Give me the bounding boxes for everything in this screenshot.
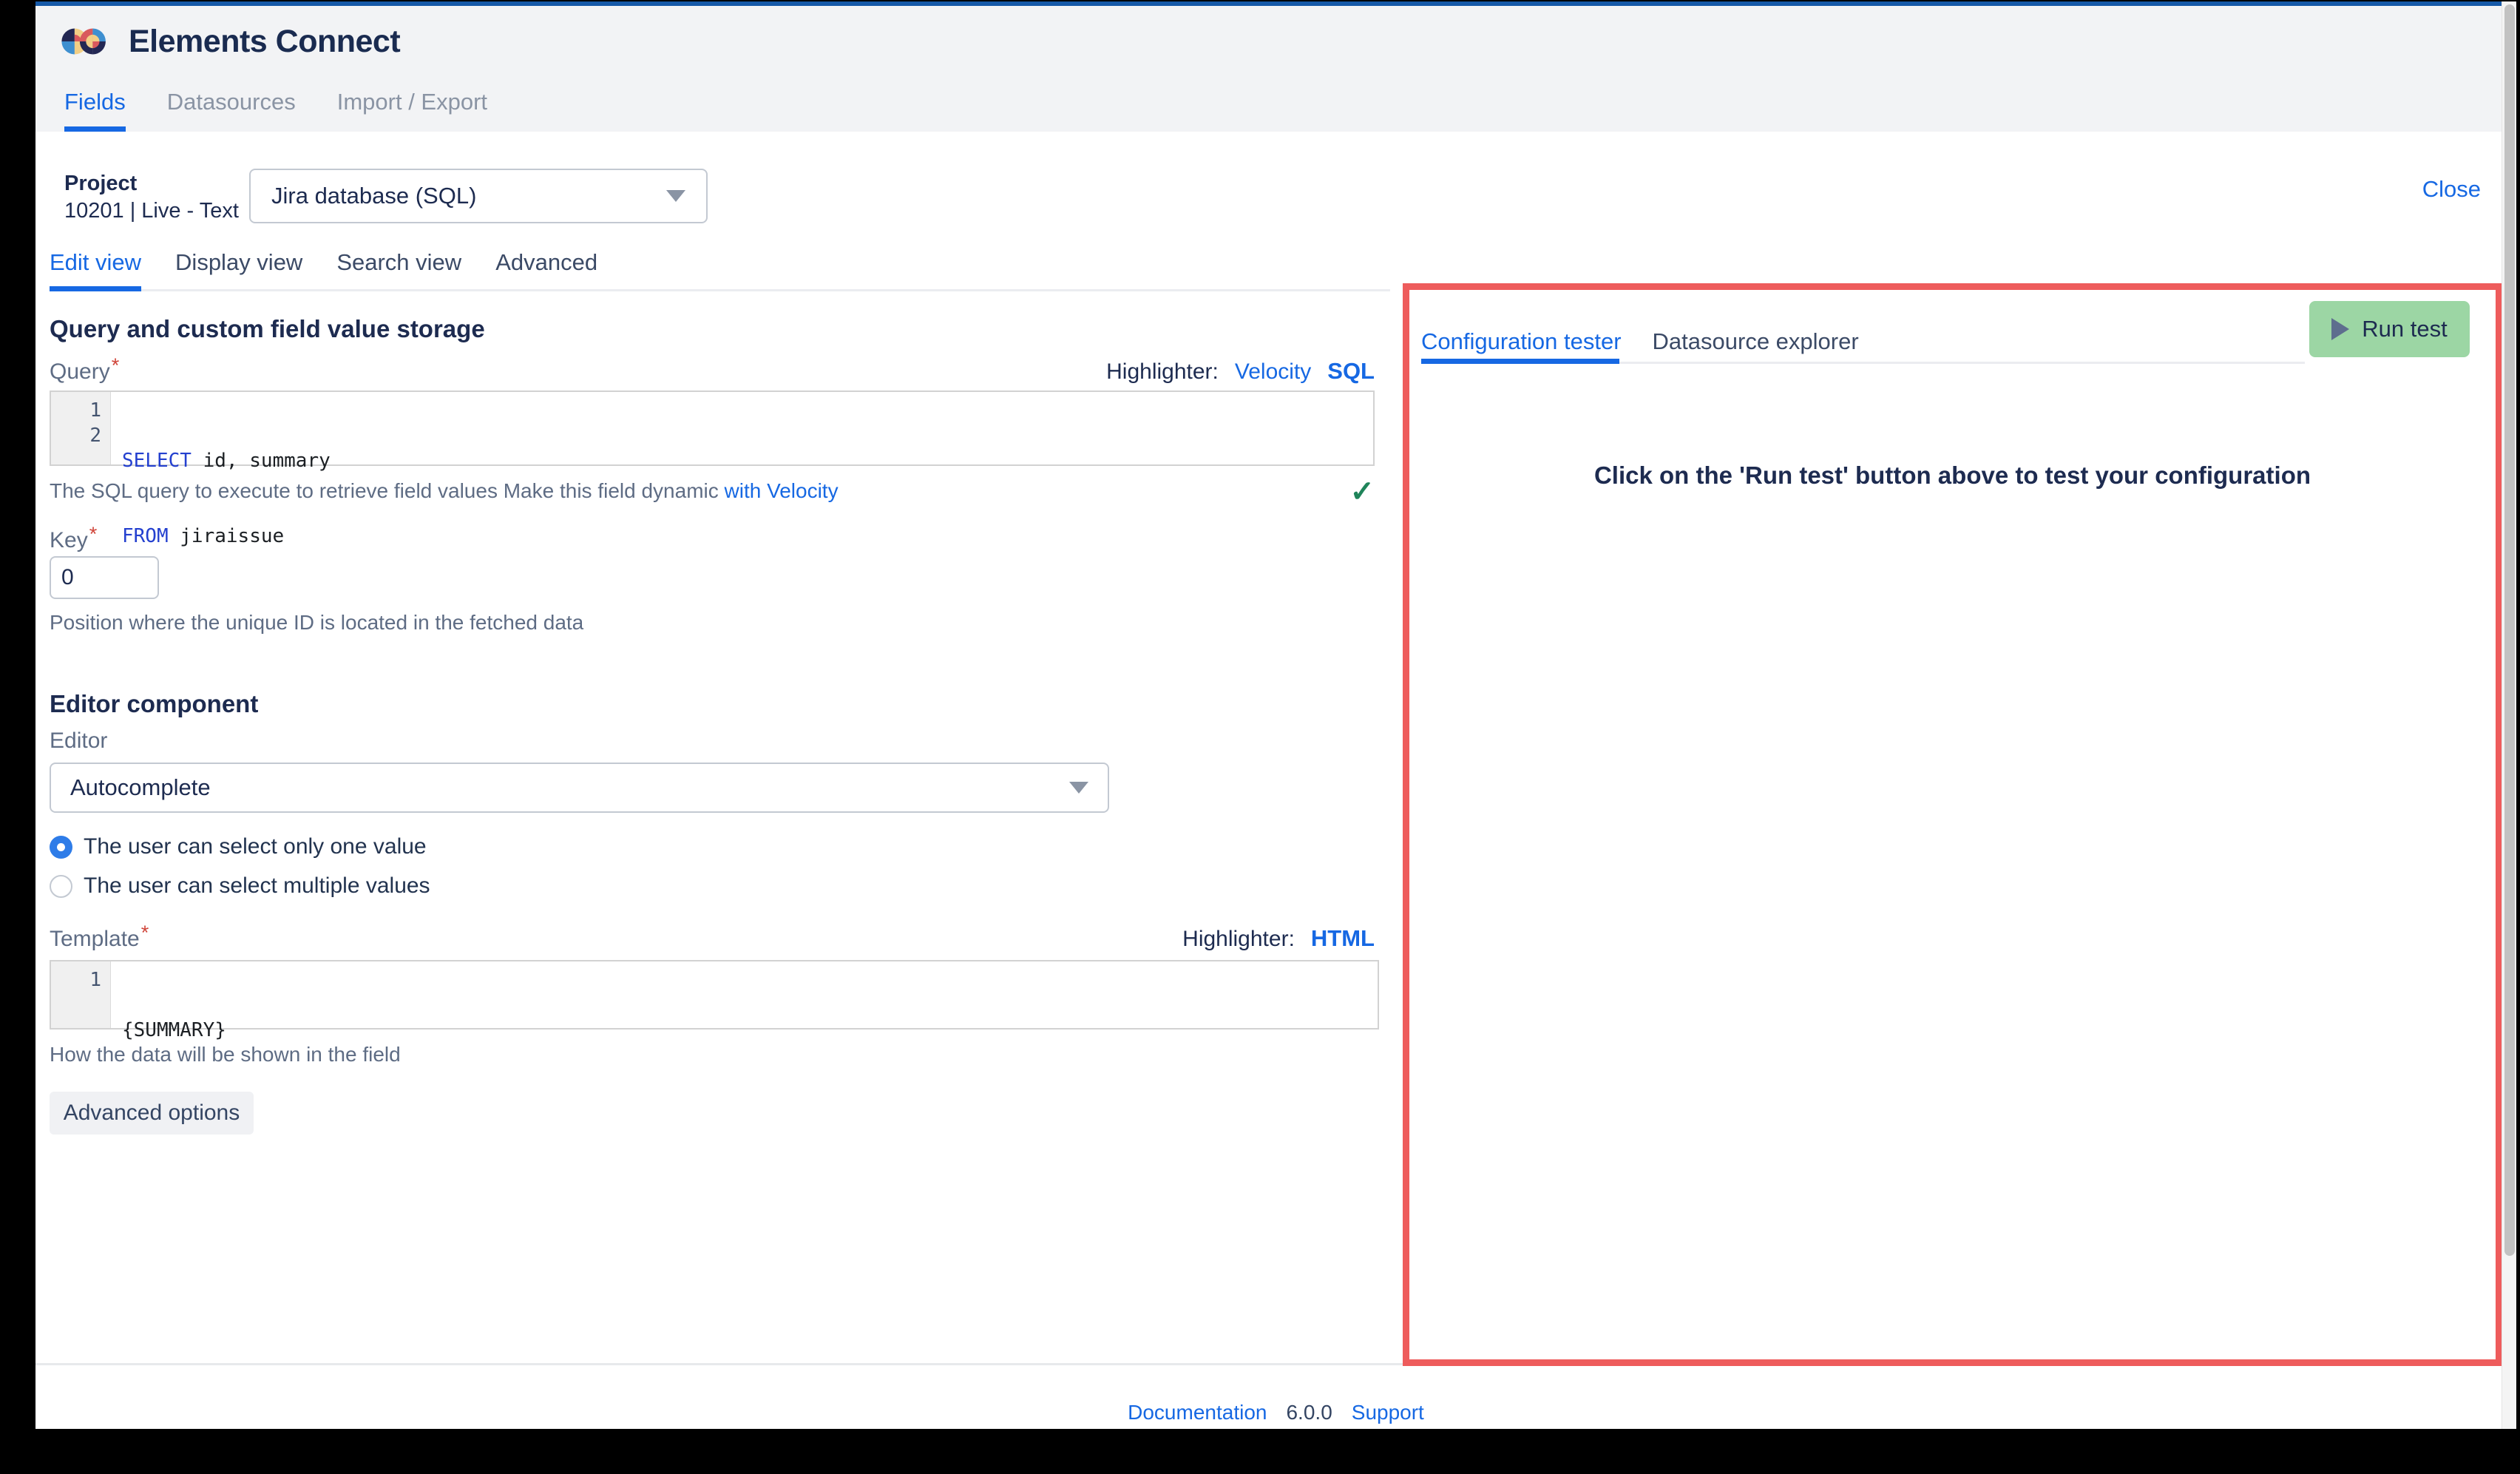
highlighter-html-link[interactable]: HTML xyxy=(1311,925,1375,952)
tester-tabs: Configuration tester Datasource explorer xyxy=(1421,328,1859,355)
tab-display-view[interactable]: Display view xyxy=(175,249,302,291)
scrollbar-thumb[interactable] xyxy=(2504,4,2515,1256)
query-code-line-2: FROM jiraissue xyxy=(122,524,1373,549)
play-icon xyxy=(2331,318,2349,340)
radio-multiple-label[interactable]: The user can select multiple values xyxy=(84,873,430,899)
template-code-line-1: {SUMMARY} xyxy=(122,1018,1378,1043)
template-help-text: How the data will be shown in the field xyxy=(50,1043,401,1066)
app-title: Elements Connect xyxy=(129,24,400,60)
radio-multiple-values[interactable]: The user can select multiple values xyxy=(50,873,430,899)
project-label: Project xyxy=(64,170,239,197)
tab-search-view[interactable]: Search view xyxy=(336,249,461,291)
template-code-editor: 1 {SUMMARY} xyxy=(50,960,1379,1030)
query-code-editor: 1 2 SELECT id, summary FROM jiraissue xyxy=(50,391,1375,466)
query-label: Query* xyxy=(50,354,119,385)
highlighter-sql-link[interactable]: SQL xyxy=(1327,358,1375,385)
key-label: Key* xyxy=(50,523,97,553)
template-code-area[interactable]: {SUMMARY} xyxy=(111,961,1378,1028)
tester-message: Click on the 'Run test' button above to … xyxy=(1409,462,2496,490)
radio-single-label[interactable]: The user can select only one value xyxy=(84,834,427,859)
close-button[interactable]: Close xyxy=(2422,176,2481,203)
project-value: 10201 | Live - Text xyxy=(64,197,239,225)
active-tab-underline xyxy=(1421,359,1619,364)
tab-edit-view[interactable]: Edit view xyxy=(50,249,141,291)
tab-import-export[interactable]: Import / Export xyxy=(337,89,487,132)
support-link[interactable]: Support xyxy=(1352,1401,1424,1424)
app-window: Elements Connect Fields Datasources Impo… xyxy=(35,1,2516,1429)
radio-selected-icon[interactable] xyxy=(50,836,72,859)
chevron-down-icon xyxy=(666,190,685,202)
tab-configuration-tester[interactable]: Configuration tester xyxy=(1421,328,1622,355)
query-code-area[interactable]: SELECT id, summary FROM jiraissue xyxy=(111,392,1373,464)
line-number: 1 xyxy=(51,398,101,423)
version-label: 6.0.0 xyxy=(1286,1401,1332,1424)
tab-datasources[interactable]: Datasources xyxy=(167,89,296,132)
advanced-options-button[interactable]: Advanced options xyxy=(50,1092,254,1135)
template-highlighter-row: Highlighter: HTML xyxy=(1182,925,1375,952)
tab-fields[interactable]: Fields xyxy=(64,89,126,132)
app-header: Elements Connect Fields Datasources Impo… xyxy=(35,6,2516,132)
editor-section-heading: Editor component xyxy=(50,690,258,718)
project-info: Project 10201 | Live - Text xyxy=(64,170,239,225)
query-help-row: The SQL query to execute to retrieve fie… xyxy=(50,479,1375,504)
query-label-row: Query* Highlighter: Velocity SQL xyxy=(50,354,1375,385)
template-label-row: Template* Highlighter: HTML xyxy=(50,922,1375,952)
datasource-select[interactable]: Jira database (SQL) xyxy=(249,169,708,223)
datasource-select-value: Jira database (SQL) xyxy=(271,183,476,209)
footer: Documentation 6.0.0 Support xyxy=(35,1401,2516,1424)
app-logo-icon xyxy=(61,22,112,61)
chevron-down-icon xyxy=(1069,782,1088,794)
highlighter-label: Highlighter: xyxy=(1182,927,1295,952)
radio-single-value[interactable]: The user can select only one value xyxy=(50,834,427,859)
template-line-numbers: 1 xyxy=(51,961,111,1028)
query-help-text: The SQL query to execute to retrieve fie… xyxy=(50,479,839,503)
brand: Elements Connect xyxy=(61,22,400,61)
highlighter-label: Highlighter: xyxy=(1106,359,1219,385)
main-tabs: Fields Datasources Import / Export xyxy=(64,89,487,132)
query-code-line-1: SELECT id, summary xyxy=(122,448,1373,473)
run-test-button[interactable]: Run test xyxy=(2309,301,2470,357)
valid-check-icon: ✓ xyxy=(1349,479,1375,504)
footer-divider xyxy=(35,1363,1403,1365)
documentation-link[interactable]: Documentation xyxy=(1128,1401,1267,1424)
editor-select-value: Autocomplete xyxy=(70,774,211,801)
editor-label: Editor xyxy=(50,728,107,754)
with-velocity-link[interactable]: with Velocity xyxy=(725,479,839,502)
tab-advanced[interactable]: Advanced xyxy=(495,249,597,291)
line-number: 1 xyxy=(51,967,101,993)
radio-unselected-icon[interactable] xyxy=(50,875,72,898)
key-help-text: Position where the unique ID is located … xyxy=(50,611,583,635)
line-number: 2 xyxy=(51,423,101,448)
highlighter-velocity-link[interactable]: Velocity xyxy=(1235,359,1311,385)
required-asterisk: * xyxy=(112,354,120,376)
view-tabs: Edit view Display view Search view Advan… xyxy=(50,249,1390,291)
required-asterisk: * xyxy=(141,922,149,944)
query-section-heading: Query and custom field value storage xyxy=(50,315,485,343)
scrollbar[interactable] xyxy=(2502,1,2516,1429)
query-line-numbers: 1 2 xyxy=(51,392,111,464)
key-input[interactable] xyxy=(50,556,159,599)
template-label: Template* xyxy=(50,922,149,952)
tab-datasource-explorer[interactable]: Datasource explorer xyxy=(1653,328,1859,355)
required-asterisk: * xyxy=(89,523,98,545)
query-highlighter-row: Highlighter: Velocity SQL xyxy=(1106,358,1375,385)
run-test-label: Run test xyxy=(2362,316,2447,342)
editor-select[interactable]: Autocomplete xyxy=(50,763,1109,813)
configuration-tester-panel: Configuration tester Datasource explorer… xyxy=(1403,283,2502,1366)
